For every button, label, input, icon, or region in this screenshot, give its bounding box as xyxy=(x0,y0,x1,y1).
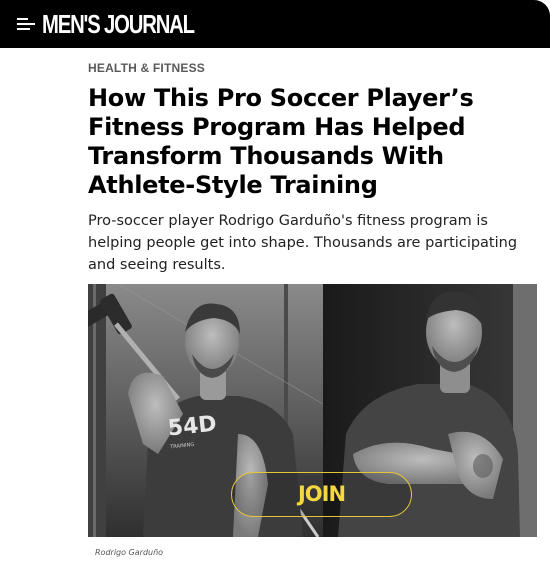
site-logo[interactable]: MEN'S JOURNAL xyxy=(42,9,195,39)
hero-image: 54D TRAINING JOIN xyxy=(88,284,537,537)
shirt-logo-text: 54D xyxy=(167,412,218,442)
article-headline: How This Pro Soccer Player’s Fitness Pro… xyxy=(88,84,474,199)
image-caption: Rodrigo Garduño xyxy=(95,548,164,557)
site-header: MEN'S JOURNAL xyxy=(0,0,550,48)
article-dek: Pro-soccer player Rodrigo Garduño's fitn… xyxy=(88,213,518,273)
join-button[interactable]: JOIN xyxy=(231,472,412,517)
hamburger-menu-icon[interactable] xyxy=(17,17,35,31)
category-link[interactable]: HEALTH & FITNESS xyxy=(88,61,205,75)
